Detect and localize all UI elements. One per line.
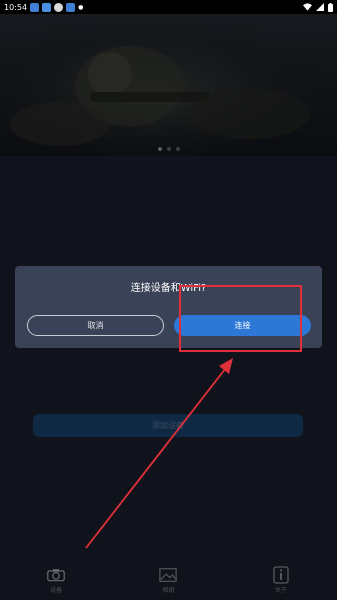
status-left: 10:54 ● [4, 2, 84, 12]
annotation-arrow [85, 358, 233, 549]
dot-icon: ● [78, 3, 84, 11]
blocked-icon [54, 2, 64, 12]
wifi-icon [303, 3, 312, 11]
status-bar: 10:54 ● [0, 0, 337, 14]
battery-icon [328, 2, 333, 12]
signal-icon [316, 3, 324, 11]
notification-icon [30, 2, 40, 12]
status-right [303, 2, 333, 12]
status-time: 10:54 [4, 2, 28, 12]
shield-icon [66, 2, 76, 12]
mail-icon [42, 2, 52, 12]
